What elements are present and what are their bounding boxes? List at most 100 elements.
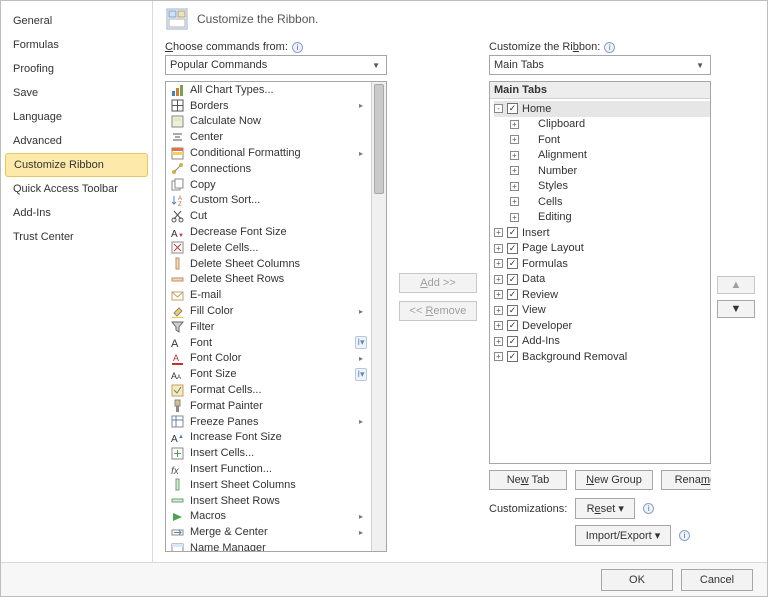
scrollbar-thumb[interactable] (374, 84, 384, 194)
new-group-button[interactable]: New Group (575, 470, 653, 490)
command-item[interactable]: AFontI▾ (166, 335, 371, 351)
help-icon[interactable]: i (292, 42, 303, 53)
expand-icon[interactable]: + (510, 120, 519, 129)
checkbox[interactable]: ✓ (507, 289, 518, 300)
tree-tab-developer[interactable]: +✓Developer (494, 318, 710, 334)
tree-group-font[interactable]: +Font (494, 132, 710, 148)
expand-icon[interactable]: + (494, 259, 503, 268)
command-item[interactable]: AFont Color▸ (166, 351, 371, 367)
command-item[interactable]: AAFont SizeI▾ (166, 366, 371, 382)
tree-tab-home[interactable]: -✓Home (494, 101, 710, 117)
expand-icon[interactable]: + (510, 197, 519, 206)
sidebar-item-quick-access-toolbar[interactable]: Quick Access Toolbar (1, 177, 152, 201)
command-item[interactable]: Delete Sheet Rows (166, 272, 371, 288)
new-tab-button[interactable]: New Tab (489, 470, 567, 490)
command-item[interactable]: Fill Color▸ (166, 303, 371, 319)
ok-button[interactable]: OK (601, 569, 673, 591)
rename-button[interactable]: Rename... (661, 470, 711, 490)
command-item[interactable]: Insert Sheet Rows (166, 493, 371, 509)
tree-tab-page-layout[interactable]: +✓Page Layout (494, 241, 710, 257)
checkbox[interactable]: ✓ (507, 103, 518, 114)
move-up-button[interactable]: ▲ (717, 276, 755, 294)
expand-icon[interactable]: + (494, 337, 503, 346)
add-button[interactable]: Add >> (399, 273, 477, 293)
cancel-button[interactable]: Cancel (681, 569, 753, 591)
checkbox[interactable]: ✓ (507, 274, 518, 285)
help-icon[interactable]: i (604, 42, 615, 53)
sidebar-item-add-ins[interactable]: Add-Ins (1, 201, 152, 225)
checkbox[interactable]: ✓ (507, 320, 518, 331)
remove-button[interactable]: << Remove (399, 301, 477, 321)
reset-button[interactable]: Reset ▾ (575, 498, 635, 519)
tree-tab-insert[interactable]: +✓Insert (494, 225, 710, 241)
commands-listbox[interactable]: All Chart Types...Borders▸Calculate NowC… (165, 81, 387, 552)
sidebar-item-formulas[interactable]: Formulas (1, 33, 152, 57)
tree-tab-data[interactable]: +✓Data (494, 272, 710, 288)
expand-icon[interactable]: + (510, 135, 519, 144)
command-item[interactable]: Copy (166, 177, 371, 193)
tree-group-styles[interactable]: +Styles (494, 179, 710, 195)
command-item[interactable]: E-mail (166, 287, 371, 303)
tree-group-alignment[interactable]: +Alignment (494, 148, 710, 164)
tree-tab-background-removal[interactable]: +✓Background Removal (494, 349, 710, 365)
expand-icon[interactable]: + (510, 166, 519, 175)
command-item[interactable]: Format Cells... (166, 382, 371, 398)
sidebar-item-general[interactable]: General (1, 9, 152, 33)
sidebar-item-proofing[interactable]: Proofing (1, 57, 152, 81)
expand-icon[interactable]: + (510, 151, 519, 160)
command-item[interactable]: A▲Increase Font Size (166, 430, 371, 446)
command-item[interactable]: Center (166, 129, 371, 145)
command-item[interactable]: Insert Sheet Columns (166, 477, 371, 493)
sidebar-item-customize-ribbon[interactable]: Customize Ribbon (5, 153, 148, 177)
tree-group-number[interactable]: +Number (494, 163, 710, 179)
tree-group-editing[interactable]: +Editing (494, 210, 710, 226)
sidebar-item-trust-center[interactable]: Trust Center (1, 225, 152, 249)
move-down-button[interactable]: ▼ (717, 300, 755, 318)
command-item[interactable]: Name Manager (166, 540, 371, 551)
command-item[interactable]: Macros▸ (166, 509, 371, 525)
sidebar-item-advanced[interactable]: Advanced (1, 129, 152, 153)
tree-tab-formulas[interactable]: +✓Formulas (494, 256, 710, 272)
expand-icon[interactable]: + (510, 213, 519, 222)
customize-ribbon-combo[interactable]: Main Tabs ▼ (489, 55, 711, 75)
import-export-button[interactable]: Import/Export ▾ (575, 525, 671, 546)
command-item[interactable]: Freeze Panes▸ (166, 414, 371, 430)
command-item[interactable]: All Chart Types... (166, 82, 371, 98)
tree-group-clipboard[interactable]: +Clipboard (494, 117, 710, 133)
expand-icon[interactable]: + (494, 275, 503, 284)
command-item[interactable]: Merge & Center▸ (166, 524, 371, 540)
expand-icon[interactable]: + (494, 352, 503, 361)
expand-icon[interactable]: + (510, 182, 519, 191)
checkbox[interactable]: ✓ (507, 243, 518, 254)
command-item[interactable]: Delete Cells... (166, 240, 371, 256)
command-item[interactable]: Insert Cells... (166, 445, 371, 461)
command-item[interactable]: Conditional Formatting▸ (166, 145, 371, 161)
command-item[interactable]: Cut (166, 208, 371, 224)
command-item[interactable]: Borders▸ (166, 98, 371, 114)
tabs-treeview[interactable]: Main Tabs -✓Home+Clipboard+Font+Alignmen… (489, 81, 711, 464)
tree-tab-review[interactable]: +✓Review (494, 287, 710, 303)
expand-icon[interactable]: + (494, 290, 503, 299)
checkbox[interactable]: ✓ (507, 258, 518, 269)
checkbox[interactable]: ✓ (507, 305, 518, 316)
choose-commands-combo[interactable]: Popular Commands ▼ (165, 55, 387, 75)
collapse-icon[interactable]: - (494, 104, 503, 113)
sidebar-item-save[interactable]: Save (1, 81, 152, 105)
expand-icon[interactable]: + (494, 306, 503, 315)
command-item[interactable]: Calculate Now (166, 114, 371, 130)
command-item[interactable]: AZCustom Sort... (166, 193, 371, 209)
expand-icon[interactable]: + (494, 321, 503, 330)
command-item[interactable]: fxInsert Function... (166, 461, 371, 477)
help-icon[interactable]: i (643, 503, 654, 514)
command-item[interactable]: Filter (166, 319, 371, 335)
checkbox[interactable]: ✓ (507, 336, 518, 347)
tree-tab-add-ins[interactable]: +✓Add-Ins (494, 334, 710, 350)
checkbox[interactable]: ✓ (507, 351, 518, 362)
command-item[interactable]: Format Painter (166, 398, 371, 414)
checkbox[interactable]: ✓ (507, 227, 518, 238)
tree-tab-view[interactable]: +✓View (494, 303, 710, 319)
scrollbar[interactable] (371, 82, 386, 551)
tree-group-cells[interactable]: +Cells (494, 194, 710, 210)
help-icon[interactable]: i (679, 530, 690, 541)
sidebar-item-language[interactable]: Language (1, 105, 152, 129)
